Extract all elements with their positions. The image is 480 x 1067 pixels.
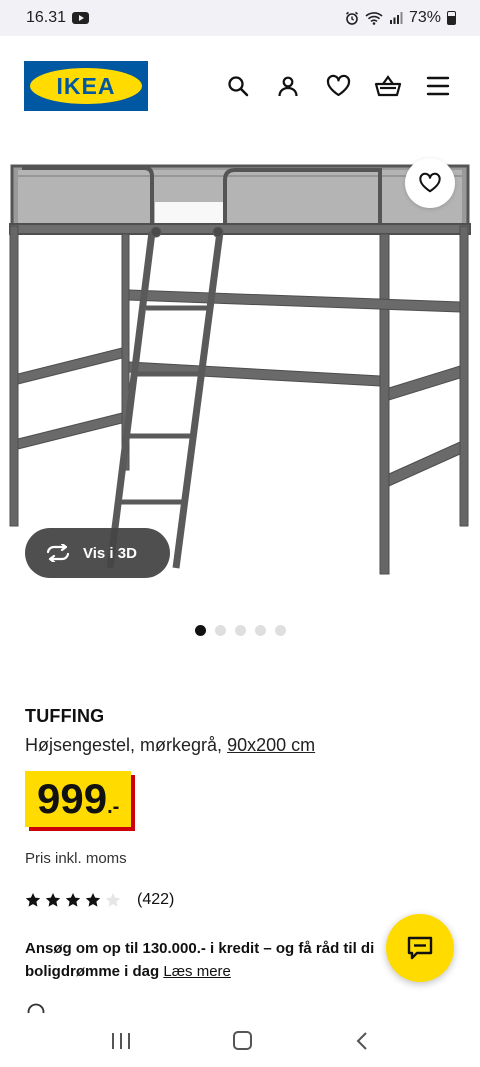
product-description: Højsengestel, mørkegrå, 90x200 cm — [25, 735, 315, 756]
status-time: 16.31 — [26, 9, 67, 26]
product-size-link[interactable]: 90x200 cm — [227, 735, 315, 755]
alarm-icon — [345, 11, 358, 25]
star-filled-icon — [25, 893, 41, 907]
price-main: 999 — [37, 775, 108, 822]
chat-icon — [407, 936, 433, 960]
product-name: TUFFING — [25, 706, 105, 726]
chat-button[interactable] — [386, 914, 454, 982]
wifi-icon — [365, 12, 383, 25]
rating-count: (422) — [137, 891, 175, 908]
back-icon[interactable] — [356, 1031, 368, 1051]
heart-icon[interactable] — [324, 72, 352, 100]
read-more-link[interactable]: Læs mere — [163, 963, 231, 980]
gallery-dot[interactable] — [234, 625, 246, 636]
star-filled-icon — [45, 893, 61, 907]
gallery-dot[interactable] — [214, 625, 226, 636]
ikea-logo[interactable]: IKEA — [24, 61, 148, 111]
system-nav-bar — [0, 1014, 480, 1067]
basket-icon[interactable] — [374, 72, 402, 100]
status-bar: 16.31 73% — [0, 0, 480, 36]
partial-icon — [27, 1003, 45, 1013]
rotate-3d-icon — [46, 544, 70, 562]
add-to-favorites-button[interactable] — [405, 158, 455, 208]
home-button[interactable] — [233, 1031, 253, 1050]
menu-icon[interactable] — [424, 72, 452, 100]
profile-icon[interactable] — [274, 72, 302, 100]
rating-stars — [25, 892, 121, 908]
gallery-pagination — [0, 625, 480, 636]
recent-apps-button[interactable] — [111, 1032, 130, 1049]
star-empty-icon — [105, 893, 121, 907]
signal-icon — [389, 12, 403, 24]
product-type: Højsengestel, mørkegrå, — [25, 735, 228, 755]
product-rating[interactable]: (422) — [25, 891, 174, 909]
logo-text: IKEA — [30, 68, 142, 104]
search-icon[interactable] — [224, 72, 252, 100]
youtube-notification-icon — [72, 12, 90, 24]
vat-note: Pris inkl. moms — [25, 850, 127, 867]
header-actions — [224, 72, 452, 100]
price-tag: 999 .- — [25, 771, 132, 827]
battery-percent: 73% — [408, 9, 441, 26]
price-suffix: .- — [107, 796, 120, 818]
battery-icon — [447, 11, 456, 25]
gallery-dot[interactable] — [194, 625, 206, 636]
credit-offer: Ansøg om op til 130.000.- i kredit – og … — [25, 937, 400, 983]
view-in-3d-label: Vis i 3D — [83, 544, 137, 562]
star-filled-icon — [85, 893, 101, 907]
credit-text-line2: boligdrømme i dag — [25, 963, 160, 980]
gallery-dot[interactable] — [274, 625, 286, 636]
heart-icon — [419, 172, 441, 193]
gallery-dot[interactable] — [254, 625, 266, 636]
site-header: IKEA — [0, 36, 480, 136]
star-filled-icon — [65, 893, 81, 907]
view-in-3d-button[interactable]: Vis i 3D — [25, 528, 170, 578]
credit-text-line1: Ansøg om op til 130.000.- i kredit – og … — [25, 940, 375, 957]
